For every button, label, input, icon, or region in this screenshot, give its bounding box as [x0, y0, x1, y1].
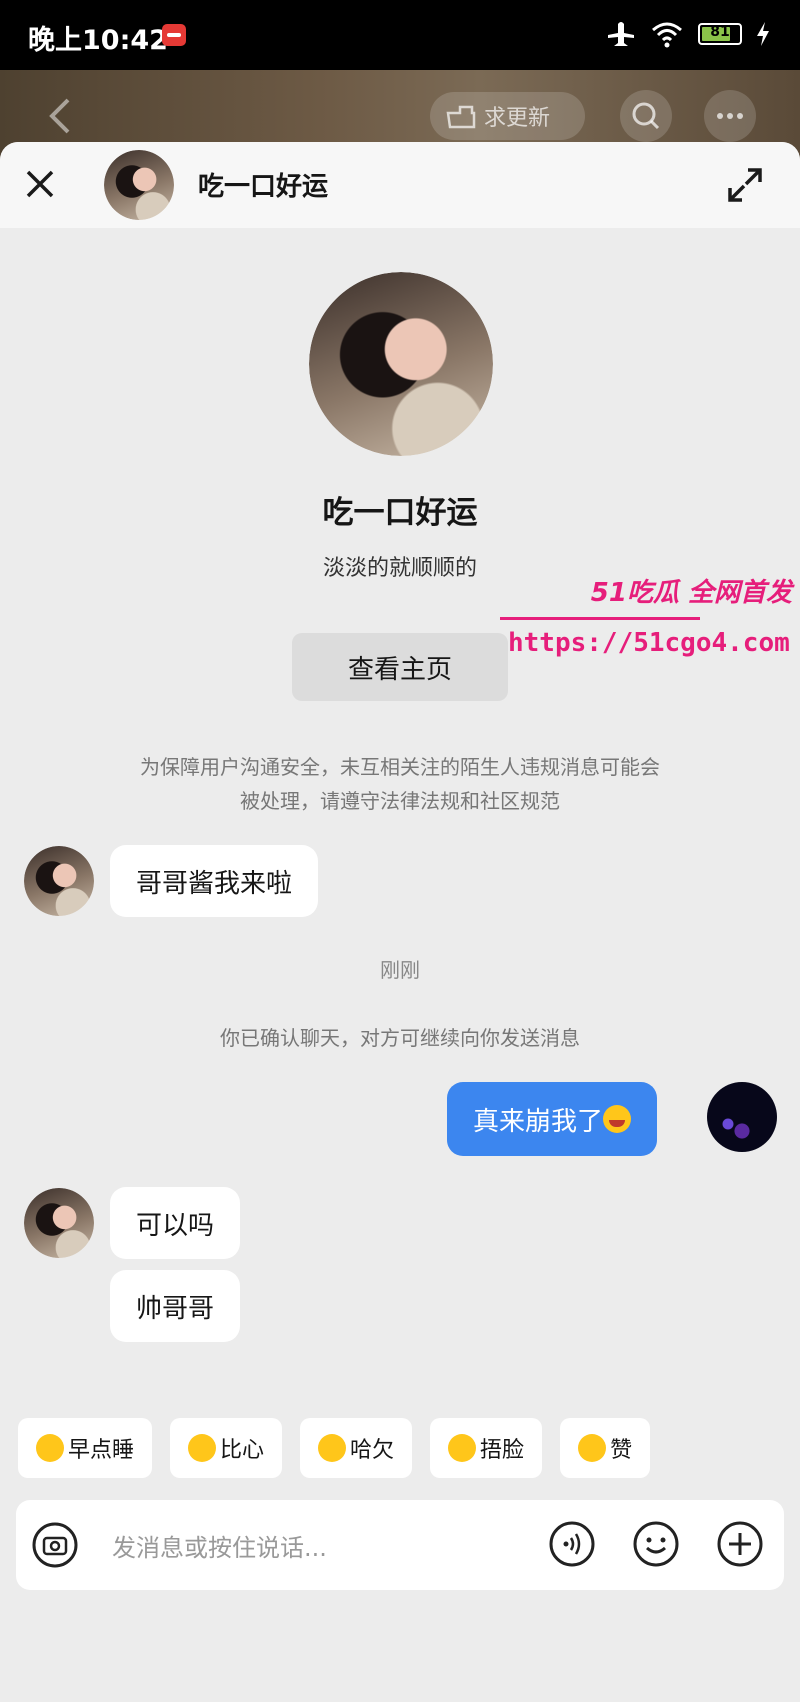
search-icon — [632, 102, 660, 130]
quick-reply-label: 哈欠 — [350, 1438, 395, 1463]
safety-notice-line1: 为保障用户沟通安全，未互相关注的陌生人违规消息可能会 — [140, 755, 660, 779]
safety-notice-line2: 被处理，请遵守法律法规和社区规范 — [240, 789, 560, 813]
request-update-label: 求更新 — [484, 106, 551, 131]
watermark-url: https://51cgo4.com — [508, 628, 790, 658]
quick-reply-chip[interactable]: 赞 — [560, 1418, 651, 1478]
emoji-icon[interactable] — [632, 1520, 680, 1568]
profile-avatar[interactable] — [309, 272, 493, 456]
contact-avatar[interactable] — [24, 1188, 94, 1258]
close-icon[interactable] — [22, 166, 58, 202]
status-time: 晚上10:42 — [28, 25, 168, 56]
watermark: 51吃瓜 全网首发 https://51cgo4.com — [500, 572, 800, 672]
status-bar: 晚上10:42 81 — [0, 0, 800, 70]
plus-icon[interactable] — [716, 1520, 764, 1568]
contact-avatar[interactable] — [24, 846, 94, 916]
back-arrow-icon — [49, 98, 70, 134]
profile-name: 吃一口好运 — [322, 495, 478, 531]
message-bubble: 可以吗 — [110, 1187, 241, 1259]
quick-reply-label: 赞 — [610, 1438, 633, 1463]
expand-icon[interactable] — [726, 166, 764, 204]
facepalm-emoji-icon — [448, 1434, 477, 1462]
more-icon — [717, 113, 743, 119]
watermark-title: 51吃瓜 全网首发 — [590, 578, 792, 608]
my-message-text: 真来崩我了 — [473, 1106, 604, 1137]
pointing-hand-icon — [446, 105, 476, 129]
sleep-emoji-icon — [36, 1434, 64, 1462]
yawn-emoji-icon — [318, 1434, 347, 1462]
thumbs-up-emoji-icon — [578, 1434, 607, 1462]
my-message-bubble: 真来崩我了 — [447, 1082, 658, 1156]
timestamp: 刚刚 — [380, 958, 420, 982]
top-avatar[interactable] — [104, 150, 174, 220]
battery-icon: 81 — [698, 23, 742, 45]
quick-reply-chip[interactable]: 捂脸 — [430, 1418, 543, 1478]
my-avatar[interactable] — [707, 1082, 777, 1152]
chat-confirmed-notice: 你已确认聊天，对方可继续向你发送消息 — [220, 1026, 580, 1050]
app-notification-icon — [162, 24, 186, 46]
more-button[interactable] — [704, 90, 756, 142]
airplane-icon — [608, 22, 634, 46]
watermark-line — [500, 617, 700, 620]
view-homepage-button[interactable]: 查看主页 — [292, 633, 508, 701]
laugh-cry-emoji-icon — [603, 1105, 632, 1133]
quick-reply-label: 早点睡 — [68, 1438, 135, 1463]
quick-reply-chip[interactable]: 早点睡 — [18, 1418, 153, 1478]
safety-notice: 为保障用户沟通安全，未互相关注的陌生人违规消息可能会 被处理，请遵守法律法规和社… — [80, 750, 720, 818]
request-update-button[interactable]: 求更新 — [430, 92, 585, 140]
voice-icon[interactable] — [548, 1520, 596, 1568]
quick-reply-bar: 早点睡 比心 哈欠 捂脸 赞 — [18, 1418, 651, 1478]
chat-top-bar: 吃一口好运 — [0, 142, 800, 228]
top-contact-name: 吃一口好运 — [198, 172, 329, 202]
quick-reply-label: 捂脸 — [480, 1438, 525, 1463]
search-button[interactable] — [620, 90, 672, 142]
quick-reply-label: 比心 — [220, 1438, 265, 1463]
charging-icon — [757, 22, 769, 46]
quick-reply-chip[interactable]: 比心 — [170, 1418, 283, 1478]
message-input[interactable]: 发消息或按住说话... — [112, 1528, 327, 1563]
message-bubble: 哥哥酱我来啦 — [110, 845, 319, 917]
heart-hands-emoji-icon — [188, 1434, 217, 1462]
status-icons: 81 — [606, 20, 770, 48]
battery-level: 81 — [710, 24, 730, 40]
message-bubble: 帅哥哥 — [110, 1270, 241, 1342]
message-input-bar: 发消息或按住说话... — [16, 1500, 784, 1590]
quick-reply-chip[interactable]: 哈欠 — [300, 1418, 413, 1478]
camera-icon[interactable] — [32, 1522, 78, 1568]
wifi-icon — [652, 22, 682, 48]
